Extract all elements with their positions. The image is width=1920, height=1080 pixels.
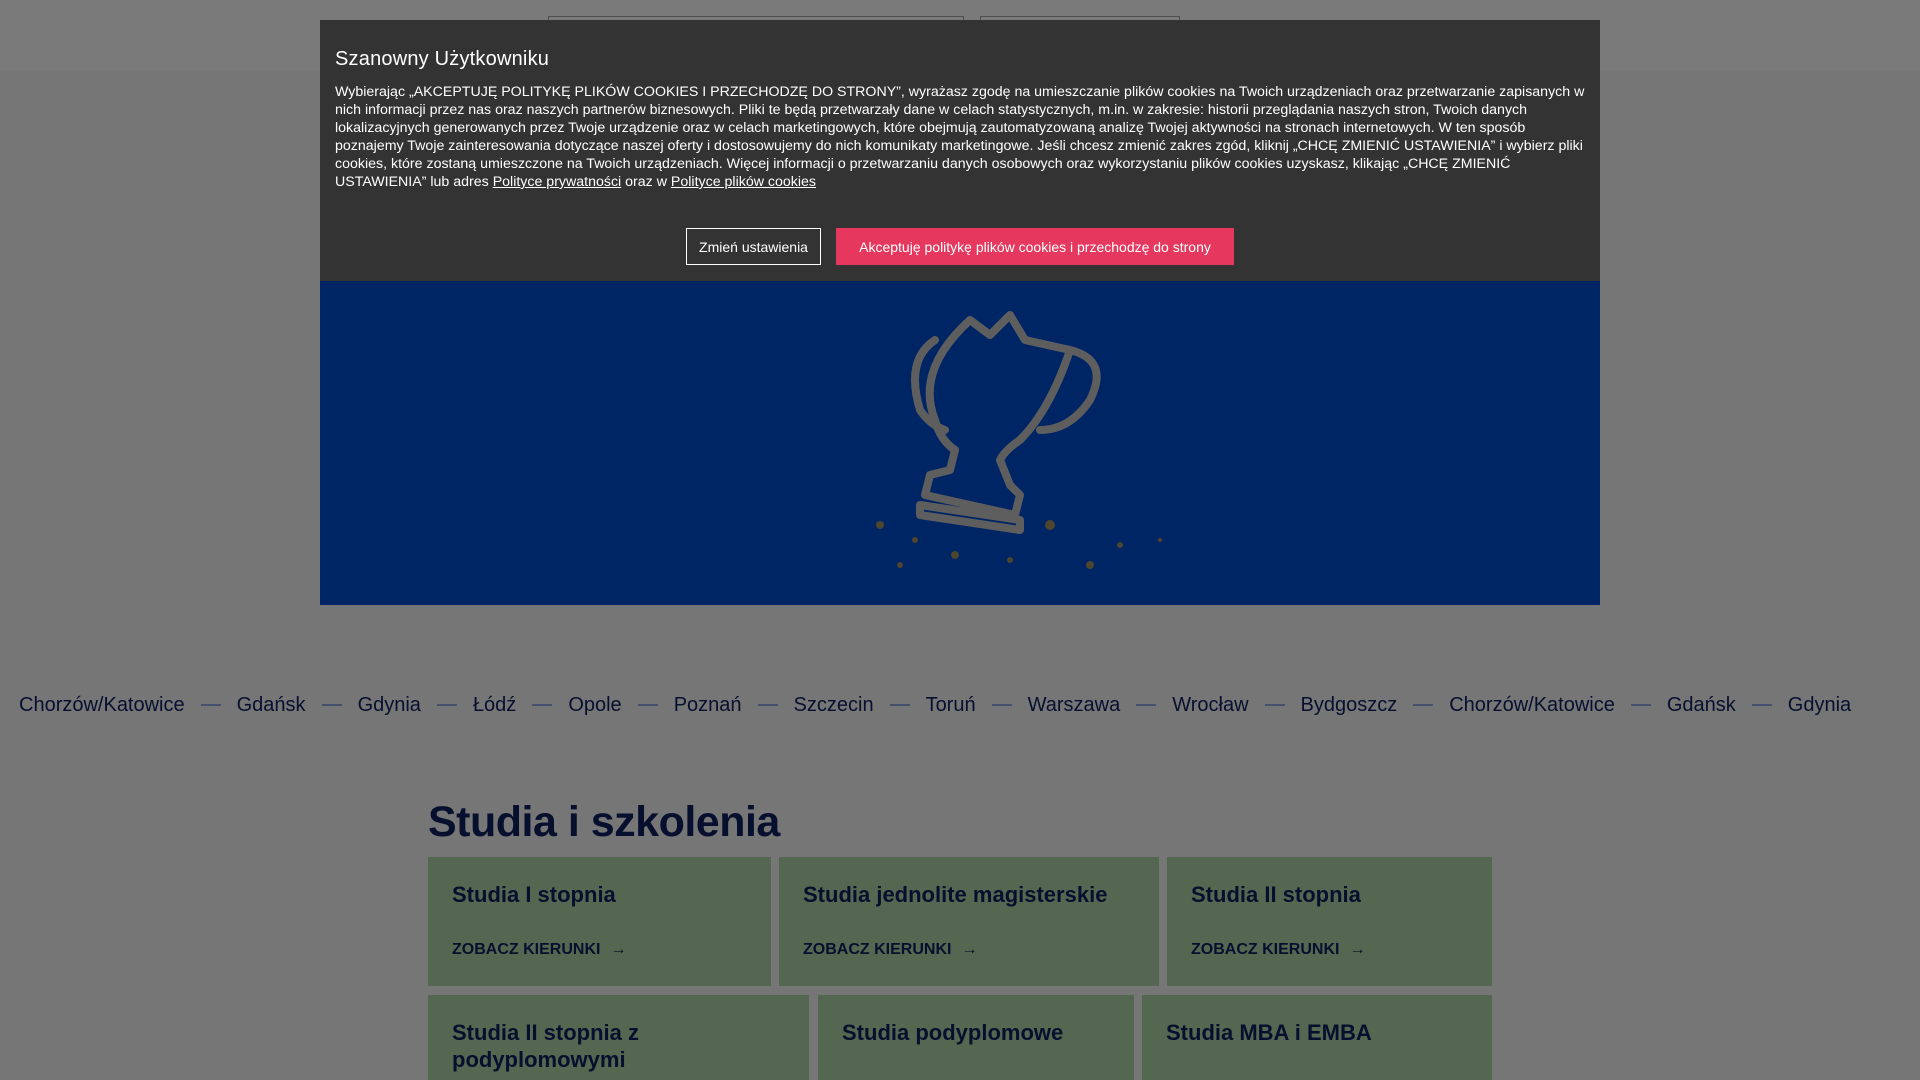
study-card-second-degree-postgraduate[interactable]: Studia II stopnia z podyplomowymi [428, 995, 809, 1080]
see-programs-label: ZOBACZ KIERUNKI [1191, 941, 1340, 958]
arrow-right-icon: → [610, 941, 627, 958]
arrow-right-icon: → [1349, 941, 1366, 958]
accept-cookies-button[interactable]: Akceptuję politykę plików cookies i prze… [836, 228, 1234, 265]
city-separator [200, 704, 221, 706]
study-card-second-degree[interactable]: Studia II stopnia ZOBACZ KIERUNKI → [1167, 857, 1492, 986]
cookie-banner-title: Szanowny Użytkowniku [335, 48, 550, 70]
cookie-banner-connector: oraz w [625, 174, 667, 190]
see-programs-label: ZOBACZ KIERUNKI [803, 941, 952, 958]
city-item[interactable]: Poznań [674, 694, 742, 717]
cookie-banner-text: Wybierając „AKCEPTUJĘ POLITYKĘ PLIKÓW CO… [335, 83, 1585, 191]
city-item[interactable]: Łódź [473, 694, 516, 717]
study-card-postgraduate[interactable]: Studia podyplomowe [818, 995, 1134, 1080]
studies-section-title: Studia i szkolenia [428, 798, 780, 846]
city-item[interactable]: Gdańsk [237, 694, 306, 717]
cookies-policy-link[interactable]: Polityce plików cookies [671, 174, 816, 190]
study-card-first-degree[interactable]: Studia I stopnia ZOBACZ KIERUNKI → [428, 857, 771, 986]
city-item[interactable]: Szczecin [794, 694, 874, 717]
see-programs-link[interactable]: ZOBACZ KIERUNKI → [1191, 941, 1365, 959]
city-separator [991, 704, 1012, 706]
study-card-uniform-master[interactable]: Studia jednolite magisterskie ZOBACZ KIE… [779, 857, 1159, 986]
city-separator [1264, 704, 1285, 706]
study-card-title: Studia MBA i EMBA [1166, 1020, 1372, 1045]
city-item[interactable]: Gdynia [1788, 694, 1851, 717]
city-item[interactable]: Bydgoszcz [1301, 694, 1398, 717]
city-item[interactable]: Toruń [926, 694, 976, 717]
city-item[interactable]: Wrocław [1172, 694, 1248, 717]
city-separator [532, 704, 553, 706]
study-card-title: Studia I stopnia [452, 882, 616, 907]
city-separator [1136, 704, 1157, 706]
city-separator [757, 704, 778, 706]
city-item[interactable]: Chorzów/Katowice [1449, 694, 1615, 717]
change-settings-button[interactable]: Zmień ustawienia [686, 228, 821, 265]
study-card-title: Studia II stopnia [1191, 882, 1361, 907]
cities-list: Chorzów/Katowice Gdańsk Gdynia Łódź Opole Poz… [19, 694, 1851, 717]
city-separator [1630, 704, 1651, 706]
city-separator [889, 704, 910, 706]
arrow-right-icon: → [961, 941, 978, 958]
see-programs-label: ZOBACZ KIERUNKI [452, 941, 601, 958]
cities-ticker: Chorzów/Katowice Gdańsk Gdynia Łódź Opole Poz… [0, 690, 1920, 720]
city-separator [637, 704, 658, 706]
see-programs-link[interactable]: ZOBACZ KIERUNKI → [452, 941, 626, 959]
city-separator [321, 704, 342, 706]
city-separator [1413, 704, 1434, 706]
study-card-title: Studia jednolite magisterskie [803, 882, 1108, 907]
city-separator [436, 704, 457, 706]
city-item[interactable]: Gdańsk [1667, 694, 1736, 717]
trophy-icon [876, 311, 1162, 569]
cookie-consent-banner: Szanowny Użytkowniku Wybierając „AKCEPTU… [320, 20, 1600, 281]
study-card-title: Studia podyplomowe [842, 1020, 1064, 1045]
city-item[interactable]: Warszawa [1028, 694, 1121, 717]
study-card-mba[interactable]: Studia MBA i EMBA [1142, 995, 1492, 1080]
city-item[interactable]: Opole [568, 694, 621, 717]
study-card-title: Studia II stopnia z podyplomowymi [452, 1020, 640, 1072]
see-programs-link[interactable]: ZOBACZ KIERUNKI → [803, 941, 977, 959]
city-separator [1751, 704, 1772, 706]
city-item[interactable]: Chorzów/Katowice [19, 694, 185, 717]
privacy-policy-link[interactable]: Polityce prywatności [493, 174, 622, 190]
cookie-banner-buttons: Zmień ustawienia Akceptuję politykę plik… [320, 228, 1600, 265]
city-item[interactable]: Gdynia [358, 694, 421, 717]
